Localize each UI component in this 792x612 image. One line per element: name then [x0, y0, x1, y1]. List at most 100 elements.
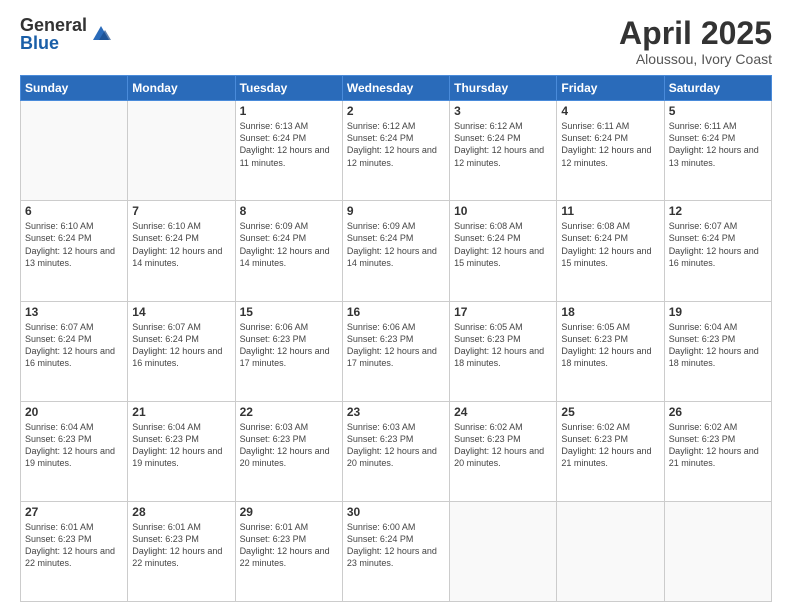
- day-number: 13: [25, 305, 123, 319]
- table-row: 16Sunrise: 6:06 AMSunset: 6:23 PMDayligh…: [342, 301, 449, 401]
- table-row: [450, 501, 557, 601]
- day-info: Sunrise: 6:01 AMSunset: 6:23 PMDaylight:…: [240, 521, 338, 570]
- day-info: Sunrise: 6:11 AMSunset: 6:24 PMDaylight:…: [561, 120, 659, 169]
- table-row: 22 Sunrise: 6:03 AMSunset: 6:23 PMDayligh…: [235, 401, 342, 501]
- header-thursday: Thursday: [450, 76, 557, 101]
- header-friday: Friday: [557, 76, 664, 101]
- day-number: 25: [561, 405, 659, 419]
- table-row: 13 Sunrise: 6:07 AMSunset: 6:24 PMDayligh…: [21, 301, 128, 401]
- day-info: Sunrise: 6:03 AMSunset: 6:23 PMDaylight:…: [347, 421, 445, 470]
- table-row: 30 Sunrise: 6:00 AMSunset: 6:24 PMDayligh…: [342, 501, 449, 601]
- day-info: Sunrise: 6:02 AMSunset: 6:23 PMDaylight:…: [454, 421, 552, 470]
- table-row: [128, 101, 235, 201]
- table-row: 11 Sunrise: 6:08 AMSunset: 6:24 PMDayligh…: [557, 201, 664, 301]
- logo-blue-text: Blue: [20, 34, 87, 52]
- calendar-week-row: 20 Sunrise: 6:04 AMSunset: 6:23 PMDayligh…: [21, 401, 772, 501]
- day-number: 2: [347, 104, 445, 118]
- table-row: 9 Sunrise: 6:09 AMSunset: 6:24 PMDaylight…: [342, 201, 449, 301]
- day-info: Sunrise: 6:07 AMSunset: 6:24 PMDaylight:…: [132, 321, 230, 370]
- calendar-table: Sunday Monday Tuesday Wednesday Thursday…: [20, 75, 772, 602]
- table-row: 20 Sunrise: 6:04 AMSunset: 6:23 PMDayligh…: [21, 401, 128, 501]
- table-row: 6 Sunrise: 6:10 AMSunset: 6:24 PMDaylight…: [21, 201, 128, 301]
- logo-general-text: General: [20, 16, 87, 34]
- day-number: 9: [347, 204, 445, 218]
- day-number: 4: [561, 104, 659, 118]
- day-number: 30: [347, 505, 445, 519]
- header: General Blue April 2025 Aloussou, Ivory …: [20, 16, 772, 67]
- table-row: 27 Sunrise: 6:01 AMSunset: 6:23 PMDayligh…: [21, 501, 128, 601]
- day-info: Sunrise: 6:01 AMSunset: 6:23 PMDaylight:…: [132, 521, 230, 570]
- day-info: Sunrise: 6:03 AMSunset: 6:23 PMDaylight:…: [240, 421, 338, 470]
- table-row: 7 Sunrise: 6:10 AMSunset: 6:24 PMDaylight…: [128, 201, 235, 301]
- title-section: April 2025 Aloussou, Ivory Coast: [619, 16, 772, 67]
- calendar-week-row: 13 Sunrise: 6:07 AMSunset: 6:24 PMDayligh…: [21, 301, 772, 401]
- day-number: 8: [240, 204, 338, 218]
- table-row: 26Sunrise: 6:02 AMSunset: 6:23 PMDayligh…: [664, 401, 771, 501]
- table-row: 19Sunrise: 6:04 AMSunset: 6:23 PMDayligh…: [664, 301, 771, 401]
- day-info: Sunrise: 6:05 AMSunset: 6:23 PMDaylight:…: [561, 321, 659, 370]
- day-info: Sunrise: 6:10 AMSunset: 6:24 PMDaylight:…: [132, 220, 230, 269]
- table-row: 2 Sunrise: 6:12 AMSunset: 6:24 PMDaylight…: [342, 101, 449, 201]
- day-number: 1: [240, 104, 338, 118]
- day-number: 7: [132, 204, 230, 218]
- day-number: 15: [240, 305, 338, 319]
- day-number: 3: [454, 104, 552, 118]
- header-tuesday: Tuesday: [235, 76, 342, 101]
- table-row: 5 Sunrise: 6:11 AMSunset: 6:24 PMDaylight…: [664, 101, 771, 201]
- day-number: 18: [561, 305, 659, 319]
- day-number: 24: [454, 405, 552, 419]
- day-number: 11: [561, 204, 659, 218]
- day-number: 14: [132, 305, 230, 319]
- calendar-body: 1 Sunrise: 6:13 AMSunset: 6:24 PMDaylight…: [21, 101, 772, 602]
- header-wednesday: Wednesday: [342, 76, 449, 101]
- day-info: Sunrise: 6:02 AMSunset: 6:23 PMDaylight:…: [561, 421, 659, 470]
- calendar-week-row: 6 Sunrise: 6:10 AMSunset: 6:24 PMDaylight…: [21, 201, 772, 301]
- table-row: [557, 501, 664, 601]
- day-number: 22: [240, 405, 338, 419]
- day-info: Sunrise: 6:10 AMSunset: 6:24 PMDaylight:…: [25, 220, 123, 269]
- table-row: [21, 101, 128, 201]
- day-info: Sunrise: 6:02 AMSunset: 6:23 PMDaylight:…: [669, 421, 767, 470]
- day-info: Sunrise: 6:05 AMSunset: 6:23 PMDaylight:…: [454, 321, 552, 370]
- calendar-header: Sunday Monday Tuesday Wednesday Thursday…: [21, 76, 772, 101]
- day-number: 21: [132, 405, 230, 419]
- day-number: 20: [25, 405, 123, 419]
- day-info: Sunrise: 6:07 AMSunset: 6:24 PMDaylight:…: [25, 321, 123, 370]
- day-info: Sunrise: 6:00 AMSunset: 6:24 PMDaylight:…: [347, 521, 445, 570]
- location-subtitle: Aloussou, Ivory Coast: [619, 51, 772, 67]
- day-info: Sunrise: 6:01 AMSunset: 6:23 PMDaylight:…: [25, 521, 123, 570]
- day-number: 10: [454, 204, 552, 218]
- header-sunday: Sunday: [21, 76, 128, 101]
- table-row: 18 Sunrise: 6:05 AMSunset: 6:23 PMDayligh…: [557, 301, 664, 401]
- day-number: 29: [240, 505, 338, 519]
- table-row: 4 Sunrise: 6:11 AMSunset: 6:24 PMDaylight…: [557, 101, 664, 201]
- calendar-week-row: 1 Sunrise: 6:13 AMSunset: 6:24 PMDaylight…: [21, 101, 772, 201]
- day-info: Sunrise: 6:09 AMSunset: 6:24 PMDaylight:…: [347, 220, 445, 269]
- day-number: 23: [347, 405, 445, 419]
- table-row: 28Sunrise: 6:01 AMSunset: 6:23 PMDayligh…: [128, 501, 235, 601]
- day-number: 6: [25, 204, 123, 218]
- day-info: Sunrise: 6:12 AMSunset: 6:24 PMDaylight:…: [347, 120, 445, 169]
- day-info: Sunrise: 6:08 AMSunset: 6:24 PMDaylight:…: [454, 220, 552, 269]
- day-number: 5: [669, 104, 767, 118]
- table-row: 1 Sunrise: 6:13 AMSunset: 6:24 PMDaylight…: [235, 101, 342, 201]
- header-saturday: Saturday: [664, 76, 771, 101]
- logo-icon: [89, 22, 113, 46]
- weekday-header-row: Sunday Monday Tuesday Wednesday Thursday…: [21, 76, 772, 101]
- day-info: Sunrise: 6:07 AMSunset: 6:24 PMDaylight:…: [669, 220, 767, 269]
- day-info: Sunrise: 6:11 AMSunset: 6:24 PMDaylight:…: [669, 120, 767, 169]
- table-row: 15 Sunrise: 6:06 AMSunset: 6:23 PMDayligh…: [235, 301, 342, 401]
- table-row: 10 Sunrise: 6:08 AMSunset: 6:24 PMDayligh…: [450, 201, 557, 301]
- day-number: 27: [25, 505, 123, 519]
- month-title: April 2025: [619, 16, 772, 51]
- table-row: 21Sunrise: 6:04 AMSunset: 6:23 PMDayligh…: [128, 401, 235, 501]
- table-row: 12Sunrise: 6:07 AMSunset: 6:24 PMDayligh…: [664, 201, 771, 301]
- day-info: Sunrise: 6:13 AMSunset: 6:24 PMDaylight:…: [240, 120, 338, 169]
- day-info: Sunrise: 6:04 AMSunset: 6:23 PMDaylight:…: [25, 421, 123, 470]
- day-info: Sunrise: 6:04 AMSunset: 6:23 PMDaylight:…: [669, 321, 767, 370]
- table-row: 25 Sunrise: 6:02 AMSunset: 6:23 PMDayligh…: [557, 401, 664, 501]
- day-info: Sunrise: 6:06 AMSunset: 6:23 PMDaylight:…: [240, 321, 338, 370]
- header-monday: Monday: [128, 76, 235, 101]
- day-info: Sunrise: 6:08 AMSunset: 6:24 PMDaylight:…: [561, 220, 659, 269]
- table-row: 3Sunrise: 6:12 AMSunset: 6:24 PMDaylight…: [450, 101, 557, 201]
